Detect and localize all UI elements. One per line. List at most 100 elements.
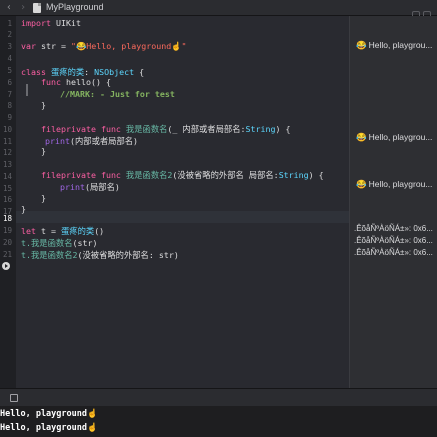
result-text: .ÊõåÑºÀöÑÁ±»: 0x6... [354,236,433,245]
line-number-current: 18 [2,214,12,223]
line-number: 2 [7,30,12,39]
keyword: func [95,124,121,134]
code-line-11[interactable]: print(内部或者局部名) [45,135,138,147]
params: (_ 内部或者局部名: [167,124,246,134]
result-text: .ÊõåÑºÀöÑÁ±»: 0x6... [354,224,433,233]
line-number: 5 [7,66,12,75]
line-number: 16 [2,195,12,204]
result-line-3[interactable]: 😂 Hello, playgrou... [356,40,432,51]
result-line-11[interactable]: 😂 Hello, playgrou... [356,132,432,143]
args: (没被省略的外部名: str) [77,250,179,260]
console-line: Hello, playground☝️ [0,409,98,419]
keyword: fileprivate [41,124,96,134]
method-name: 我是函数名2 [31,250,78,260]
line-number: 21 [2,250,12,259]
result-text: .ÊõåÑºÀöÑÁ±»: 0x6... [354,248,433,257]
code-line-16[interactable]: } [41,193,46,203]
params: (没被省略的外部名 局部名: [172,170,279,180]
console-line: Hello, playground☝️ [0,423,98,433]
code-line-8[interactable]: } [41,100,46,110]
code-line-20[interactable]: t.我是函数名(str) [21,237,97,249]
indent-guide [26,84,28,96]
result-line-21[interactable]: .ÊõåÑºÀöÑÁ±»: 0x6... [354,248,433,257]
line-number: 20 [2,238,12,247]
line-number: 7 [7,90,12,99]
code-line-19[interactable]: let t = 蛋疼的类() [21,225,104,237]
line-number: 1 [7,19,12,28]
print-call: print [60,182,85,192]
variable-decl: str = [36,41,71,51]
line-number: 15 [2,184,12,193]
emoji-icon: 😂 [356,40,367,50]
method-name: 我是函数名 [31,238,73,248]
result-text: Hello, playgrou... [368,132,433,142]
line-number: 6 [7,78,12,87]
keyword: class [21,67,46,77]
line-number: 13 [2,160,12,169]
code-line-7[interactable]: //MARK: - Just for test [60,89,175,99]
brace: { [134,67,145,77]
line-number: 11 [2,137,12,146]
editor-jump-bar: ‹ › MyPlayground [0,0,437,19]
code-line-6[interactable]: func hello() { [41,77,111,87]
function-name: 我是函数名 [120,124,168,134]
code-line-17[interactable]: } [21,204,26,214]
emoji-icon: 😂 [356,132,367,142]
forward-arrow-icon[interactable]: › [20,2,26,13]
superclass-name: NSObject [94,67,135,77]
call-parens: () [94,226,105,236]
const-decl: t = [36,226,61,236]
keyword: import [21,18,51,28]
mark-comment: //MARK: - Just for test [60,89,175,99]
result-line-15[interactable]: 😂 Hello, playgrou... [356,179,432,190]
string-literal: "😂Hello, playground☝️" [70,41,187,51]
keyword: fileprivate [41,170,96,180]
class-name: 蛋疼的类 [45,67,85,77]
brace: } [21,204,26,214]
line-number: 3 [7,42,12,51]
playground-file-icon [33,3,41,13]
brace: } [41,193,46,203]
run-playground-icon[interactable] [2,262,10,270]
file-title[interactable]: MyPlayground [46,2,104,12]
emoji-icon: 😂 [356,179,367,189]
result-line-20[interactable]: .ÊõåÑºÀöÑÁ±»: 0x6... [354,236,433,245]
func-signature: hello() { [60,77,111,87]
hide-debug-area-icon[interactable] [10,394,18,402]
args: (str) [72,238,98,248]
colon: : [84,67,95,77]
code-line-15[interactable]: print(局部名) [60,181,120,193]
brace: ) { [275,124,291,134]
class-name: 蛋疼的类 [60,226,95,236]
receiver: t. [21,250,31,260]
brace: } [41,146,46,156]
args: (内部或者局部名) [69,136,139,146]
code-line-21[interactable]: t.我是函数名2(没被省略的外部名: str) [21,249,179,261]
console-output[interactable]: Hello, playground☝️ Hello, playground☝️ [0,406,437,437]
keyword: func [41,77,61,87]
line-number: 14 [2,172,12,181]
code-line-3[interactable]: var str = "😂Hello, playground☝️" [21,41,187,52]
result-text: Hello, playgrou... [368,40,433,50]
brace: ) { [308,170,324,180]
keyword: var [21,41,36,51]
current-line-highlight [16,211,349,223]
result-text: Hello, playgrou... [368,179,433,189]
line-number: 9 [7,113,12,122]
code-line-14[interactable]: fileprivate func 我是函数名2(没被省略的外部名 局部名:Str… [41,169,324,181]
code-line-1[interactable]: import UIKit [21,18,81,28]
debug-bar [0,388,437,406]
back-arrow-icon[interactable]: ‹ [6,2,12,13]
result-line-19[interactable]: .ÊõåÑºÀöÑÁ±»: 0x6... [354,224,433,233]
results-sidebar [349,16,437,388]
keyword: let [21,226,36,236]
line-number: 8 [7,101,12,110]
receiver: t. [21,238,31,248]
args: (局部名) [84,182,120,192]
code-line-12[interactable]: } [41,146,46,156]
brace: } [41,100,46,110]
line-number: 10 [2,125,12,134]
function-name: 我是函数名2 [120,170,173,180]
code-line-10[interactable]: fileprivate func 我是函数名(_ 内部或者局部名:String)… [41,123,290,135]
type-name: String [245,124,276,134]
